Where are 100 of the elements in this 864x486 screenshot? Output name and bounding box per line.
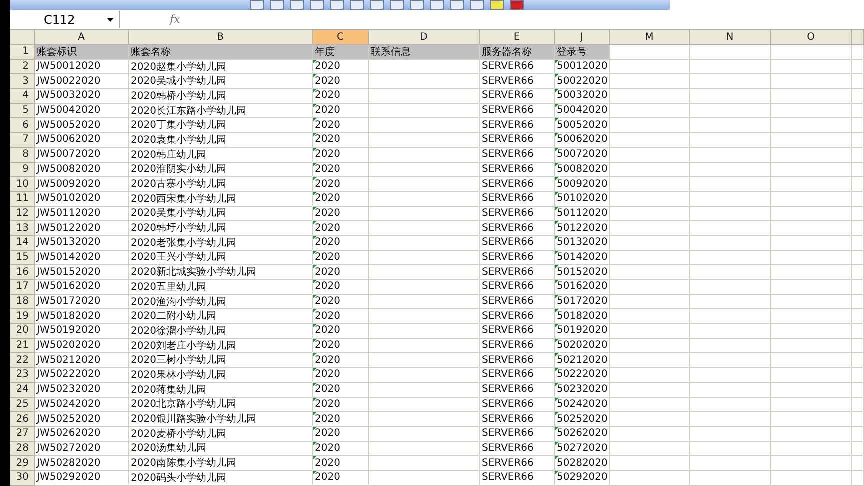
row-number[interactable]: 23: [10, 368, 35, 383]
empty-cell: [852, 118, 864, 134]
empty-cell: [852, 280, 864, 295]
column-header[interactable]: B: [129, 30, 313, 45]
table-cell: JW50162020: [35, 280, 129, 295]
row-number[interactable]: 6: [10, 118, 35, 134]
column-header[interactable]: N: [690, 30, 771, 45]
column-header[interactable]: C: [313, 30, 369, 45]
table-cell: 50282020: [555, 456, 610, 471]
empty-cell: [852, 206, 864, 222]
row-number[interactable]: 22: [10, 353, 35, 368]
table-cell: 2020: [313, 382, 369, 398]
row-number[interactable]: 20: [10, 324, 35, 339]
table-cell: JW50252020: [35, 412, 129, 427]
table-cell: SERVER66: [480, 412, 555, 427]
table-cell: SERVER66: [480, 280, 555, 295]
row-number[interactable]: 21: [10, 338, 35, 354]
row-number[interactable]: 24: [10, 382, 35, 398]
table-cell: JW50082020: [35, 162, 129, 178]
empty-cell: [852, 89, 864, 104]
empty-cell: [852, 456, 864, 471]
table-cell: SERVER66: [480, 309, 555, 324]
empty-cell: [852, 177, 864, 192]
table-cell: 2020三树小学幼儿园: [129, 353, 313, 368]
row-number[interactable]: 9: [10, 162, 35, 178]
row-number[interactable]: 28: [10, 442, 35, 456]
table-cell: SERVER66: [480, 353, 555, 368]
row-number[interactable]: 29: [10, 456, 35, 471]
table-cell: 2020银川路实验小学幼儿园: [129, 412, 313, 427]
table-cell: SERVER66: [480, 324, 555, 339]
table-cell: JW50042020: [35, 104, 129, 118]
table-cell: 2020: [313, 338, 369, 354]
header-cell: 联系信息: [369, 45, 480, 60]
table-cell: 2020: [313, 324, 369, 339]
table-cell: 50032020: [555, 89, 610, 104]
row-number[interactable]: 3: [10, 74, 35, 90]
empty-cell: [852, 60, 864, 74]
column-header[interactable]: M: [610, 30, 690, 45]
empty-cell: [852, 250, 864, 266]
row-number[interactable]: 7: [10, 133, 35, 148]
table-cell: 2020: [313, 192, 369, 207]
table-cell: JW50092020: [35, 177, 129, 192]
column-header[interactable]: D: [369, 30, 480, 45]
table-cell: SERVER66: [480, 294, 555, 310]
table-cell: 2020: [313, 280, 369, 295]
row-number[interactable]: 30: [10, 470, 35, 486]
column-header[interactable]: A: [35, 30, 129, 45]
row-number[interactable]: 2: [10, 60, 35, 74]
table-cell: JW50242020: [35, 398, 129, 412]
dropdown-icon[interactable]: [107, 18, 114, 22]
table-cell: JW50062020: [35, 133, 129, 148]
table-cell: 2020五里幼儿园: [129, 280, 313, 295]
table-cell: JW50262020: [35, 426, 129, 442]
row-number[interactable]: 18: [10, 294, 35, 310]
table-cell: JW50282020: [35, 456, 129, 471]
table-cell: 2020古寨小学幼儿园: [129, 177, 313, 192]
row-number[interactable]: 17: [10, 280, 35, 295]
row-number[interactable]: 16: [10, 265, 35, 280]
empty-cell: [852, 353, 864, 368]
table-cell: SERVER66: [480, 133, 555, 148]
table-cell: 50212020: [555, 353, 610, 368]
row-number[interactable]: 14: [10, 236, 35, 251]
row-number[interactable]: 19: [10, 309, 35, 324]
column-header[interactable]: J: [555, 30, 610, 45]
table-cell: JW50032020: [35, 89, 129, 104]
row-number[interactable]: 8: [10, 148, 35, 162]
table-cell: 50292020: [555, 470, 610, 486]
row-number[interactable]: 25: [10, 398, 35, 412]
table-cell: JW50142020: [35, 250, 129, 266]
row-number[interactable]: 5: [10, 104, 35, 118]
insert-function-button[interactable]: fx: [170, 13, 180, 26]
table-cell: SERVER66: [480, 236, 555, 251]
row-number[interactable]: 10: [10, 177, 35, 192]
table-cell: 2020: [313, 89, 369, 104]
table-cell: SERVER66: [480, 250, 555, 266]
row-number[interactable]: 26: [10, 412, 35, 427]
column-header[interactable]: E: [480, 30, 555, 45]
empty-cell: [852, 412, 864, 427]
table-cell: 50222020: [555, 368, 610, 383]
table-cell: 2020: [313, 294, 369, 310]
table-cell: 2020丁集小学幼儿园: [129, 118, 313, 134]
table-cell: 2020: [313, 148, 369, 162]
row-number[interactable]: 15: [10, 250, 35, 266]
row-number[interactable]: 4: [10, 89, 35, 104]
row-number[interactable]: 27: [10, 426, 35, 442]
empty-cell: [852, 148, 864, 162]
column-header[interactable]: O: [771, 30, 852, 45]
empty-cell: [852, 104, 864, 118]
table-cell: 50272020: [555, 442, 610, 456]
table-cell: 2020新北城实验小学幼儿园: [129, 265, 313, 280]
name-box[interactable]: C112: [10, 11, 120, 28]
select-all-button[interactable]: [10, 30, 35, 45]
header-cell: 年度: [313, 45, 369, 60]
row-number[interactable]: 12: [10, 206, 35, 222]
empty-cell: [852, 470, 864, 486]
row-number[interactable]: 13: [10, 221, 35, 236]
table-cell: 2020: [313, 206, 369, 222]
row-number[interactable]: 11: [10, 192, 35, 207]
table-cell: 2020吴城小学幼儿园: [129, 74, 313, 90]
row-number[interactable]: 1: [10, 45, 35, 60]
